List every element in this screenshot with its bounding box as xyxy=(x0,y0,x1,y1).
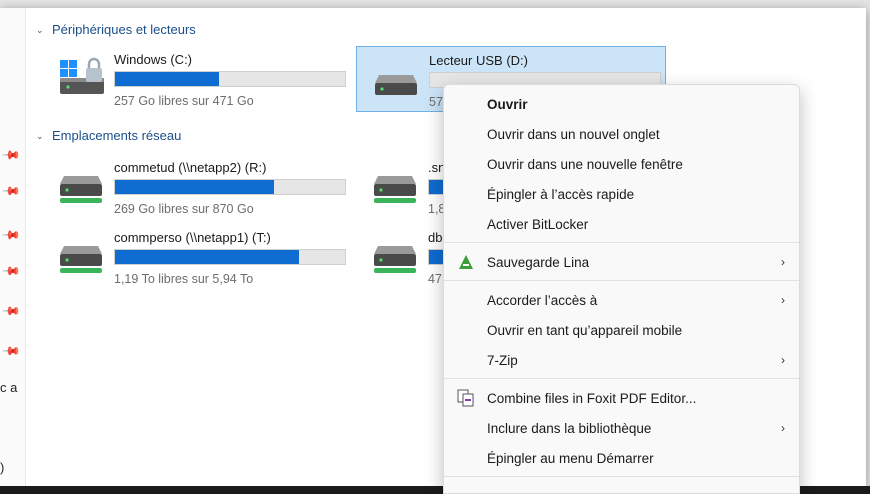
drive-name: commetud (\\netapp2) (R:) xyxy=(114,160,267,175)
menu-item-label: Ouvrir dans un nouvel onglet xyxy=(487,126,660,142)
menu-item-label: Combine files in Foxit PDF Editor... xyxy=(487,390,697,406)
drive-name: Windows (C:) xyxy=(114,52,193,67)
menu-item-label: 7-Zip xyxy=(487,352,518,368)
menu-item-foxit-combine[interactable]: Combine files in Foxit PDF Editor... xyxy=(444,383,799,413)
menu-item-label: Épingler au menu Démarrer xyxy=(487,450,654,466)
menu-item-open-new-tab[interactable]: Ouvrir dans un nouvel onglet xyxy=(444,119,799,149)
usb-drive-icon xyxy=(375,75,417,95)
section-title: Périphériques et lecteurs xyxy=(52,22,196,37)
drive-free-space: 47 xyxy=(428,272,442,286)
drive-name: db xyxy=(428,230,443,245)
menu-separator xyxy=(444,242,799,243)
drive-name: commperso (\\netapp1) (T:) xyxy=(114,230,271,245)
chevron-down-icon: ⌄ xyxy=(36,130,44,141)
menu-item-label: Ouvrir dans une nouvelle fenêtre xyxy=(487,156,683,172)
network-drive-icon xyxy=(374,246,416,273)
menu-separator xyxy=(444,476,799,477)
pin-icon[interactable]: 📌 xyxy=(1,301,21,321)
menu-item-lina-backup[interactable]: Sauvegarde Lina › xyxy=(444,247,799,277)
chevron-right-icon: › xyxy=(781,421,785,435)
windows-drive-lock-icon xyxy=(60,57,104,94)
menu-item-label: Épingler à l’accès rapide xyxy=(487,186,635,202)
pin-icon[interactable]: 📌 xyxy=(1,261,21,281)
foxit-combine-icon xyxy=(457,389,474,407)
menu-item-label: Sauvegarde Lina xyxy=(487,254,590,270)
navigation-pane[interactable]: 📌 📌 📌 📌 📌 📌 c a ) xyxy=(0,8,26,486)
chevron-right-icon: › xyxy=(781,353,785,367)
drive-free-space: 1,19 To libres sur 5,94 To xyxy=(114,272,254,286)
menu-separator xyxy=(444,378,799,379)
menu-item-include-in-library[interactable]: Inclure dans la bibliothèque › xyxy=(444,413,799,443)
drive-free-space: 257 Go libres sur 471 Go xyxy=(114,94,254,108)
network-drive-icon xyxy=(60,246,102,273)
chevron-right-icon: › xyxy=(781,293,785,307)
pin-icon[interactable]: 📌 xyxy=(1,181,21,201)
menu-item-open-as-mobile-device[interactable]: Ouvrir en tant qu’appareil mobile xyxy=(444,315,799,345)
section-title: Emplacements réseau xyxy=(52,128,182,143)
menu-item-enable-bitlocker[interactable]: Activer BitLocker xyxy=(444,209,799,239)
drive-usage-bar xyxy=(114,179,346,195)
lina-backup-icon xyxy=(459,255,473,269)
menu-separator xyxy=(444,280,799,281)
menu-item-label: Accorder l’accès à xyxy=(487,292,598,308)
menu-item-grant-access[interactable]: Accorder l’accès à › xyxy=(444,285,799,315)
context-menu: Ouvrir Ouvrir dans un nouvel onglet Ouvr… xyxy=(443,84,800,494)
menu-item-open[interactable]: Ouvrir xyxy=(444,89,799,119)
drive-usage-fill xyxy=(115,72,219,86)
network-drive-icon xyxy=(60,176,102,203)
menu-item-label: Inclure dans la bibliothèque xyxy=(487,420,652,436)
nav-item-fragment[interactable]: ) xyxy=(0,460,4,475)
drive-usage-fill xyxy=(115,180,274,194)
drive-free-space: 57 xyxy=(429,95,443,109)
drive-item[interactable]: commperso (\\netapp1) (T:) 1,19 To libre… xyxy=(42,224,352,290)
network-drive-icon xyxy=(374,176,416,203)
section-devices-header[interactable]: ⌄ Périphériques et lecteurs xyxy=(36,22,196,37)
menu-item-7zip[interactable]: 7-Zip › xyxy=(444,345,799,375)
chevron-down-icon: ⌄ xyxy=(36,24,44,35)
menu-item-pin-quick-access[interactable]: Épingler à l’accès rapide xyxy=(444,179,799,209)
pin-icon[interactable]: 📌 xyxy=(1,225,21,245)
menu-item-label: Activer BitLocker xyxy=(487,216,589,232)
menu-item-label: Ouvrir xyxy=(487,96,528,112)
drive-name: Lecteur USB (D:) xyxy=(429,53,528,68)
pin-icon[interactable]: 📌 xyxy=(1,145,21,165)
drive-free-space: 269 Go libres sur 870 Go xyxy=(114,202,254,216)
nav-item-fragment[interactable]: c a xyxy=(0,380,17,395)
drive-item[interactable]: commetud (\\netapp2) (R:) 269 Go libres … xyxy=(42,154,352,220)
pin-icon[interactable]: 📌 xyxy=(1,341,21,361)
menu-item-pin-start[interactable]: Épingler au menu Démarrer xyxy=(444,443,799,473)
menu-item-open-new-window[interactable]: Ouvrir dans une nouvelle fenêtre xyxy=(444,149,799,179)
section-network-header[interactable]: ⌄ Emplacements réseau xyxy=(36,128,181,143)
drive-usage-fill xyxy=(115,250,299,264)
drive-usage-bar xyxy=(114,71,346,87)
menu-item-label: Ouvrir en tant qu’appareil mobile xyxy=(487,322,683,338)
drive-usage-bar xyxy=(114,249,346,265)
chevron-right-icon: › xyxy=(781,255,785,269)
drive-item[interactable]: Windows (C:) 257 Go libres sur 471 Go xyxy=(42,46,352,112)
screenshot-frame: 📌 📌 📌 📌 📌 📌 c a ) ⌄ Périphériques et lec… xyxy=(0,0,870,494)
